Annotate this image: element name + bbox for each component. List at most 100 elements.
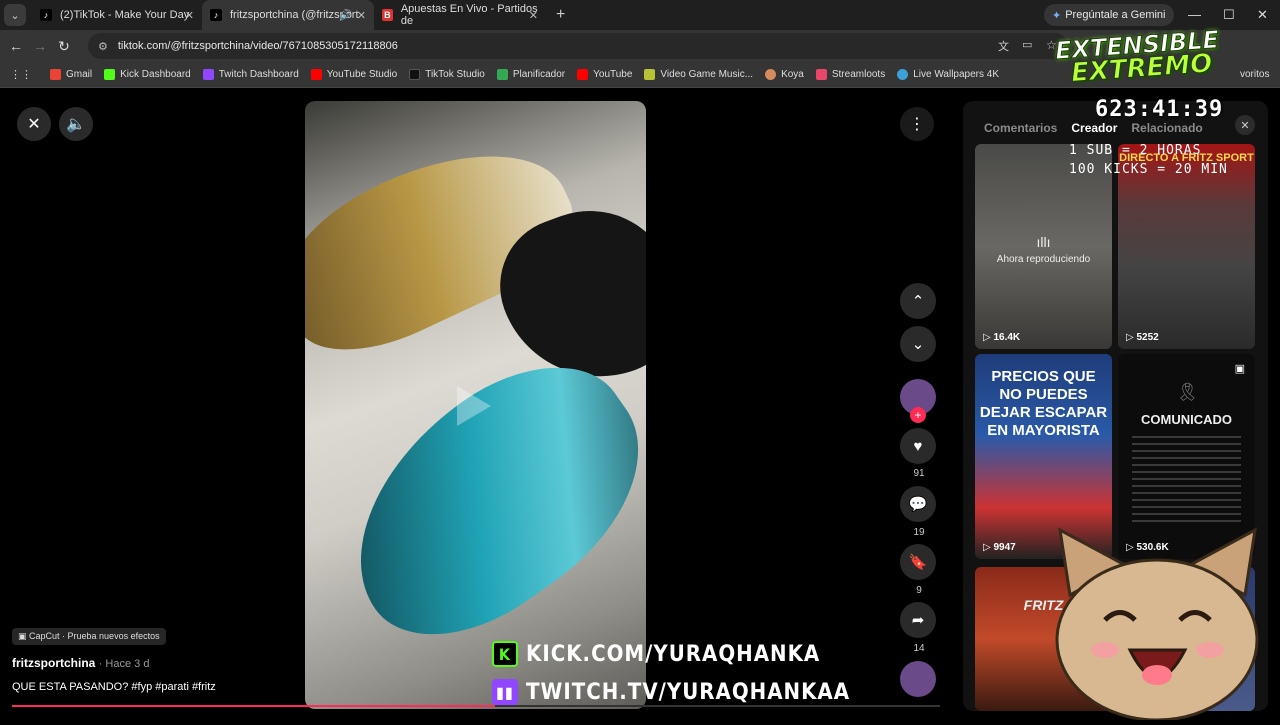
comment-icon: 💬	[908, 496, 928, 513]
share-arrow-icon: ➦	[911, 612, 925, 629]
chevron-down-icon: ⌄	[10, 9, 20, 22]
apps-grid-icon[interactable]: ⋮⋮	[10, 68, 32, 81]
minimize-button[interactable]: —	[1188, 7, 1201, 22]
tab-label: (2)TikTok - Make Your Day	[60, 9, 190, 21]
gmail-icon	[50, 69, 61, 80]
bookmark-label: TikTok Studio	[425, 69, 485, 80]
tab-apuestas[interactable]: B Apuestas En Vivo - Partidos de ✕	[374, 0, 546, 30]
close-panel-button[interactable]: ✕	[1235, 115, 1255, 135]
mourning-ribbon-icon: 🎗	[1176, 382, 1199, 402]
sound-disc-avatar[interactable]	[900, 661, 936, 697]
view-count-value: 5252	[1136, 332, 1159, 343]
browser-tab-bar: ⌄ ♪ (2)TikTok - Make Your Day ✕ ♪ fritzs…	[0, 0, 1280, 30]
close-icon: ✕	[1240, 119, 1250, 132]
tab-comments[interactable]: Comentarios	[984, 121, 1057, 143]
gemini-sparkle-icon: ✦	[1052, 9, 1062, 22]
back-arrow-icon[interactable]: ←	[4, 38, 28, 54]
tiktok-icon: ♪	[40, 9, 52, 21]
tab-search-button[interactable]: ⌄	[4, 4, 26, 26]
capcut-label: CapCut · Prueba nuevos efectos	[29, 631, 160, 641]
url-text: tiktok.com/@fritzsportchina/video/767108…	[117, 40, 398, 52]
now-playing-icon: ıllı	[1036, 234, 1051, 250]
bookmark-youtube-studio[interactable]: YouTube Studio	[310, 69, 397, 80]
video-player[interactable]	[305, 101, 646, 709]
tab-tiktok-home[interactable]: ♪ (2)TikTok - Make Your Day ✕	[32, 0, 202, 30]
more-vertical-icon: ⋮	[909, 116, 925, 133]
bookmark-icon: 🔖	[908, 554, 928, 571]
betting-site-icon: B	[382, 9, 393, 21]
maximize-button[interactable]: ☐	[1223, 7, 1235, 23]
view-count: ▷ 16.4K	[983, 332, 1021, 343]
bookmark-kick[interactable]: Kick Dashboard	[104, 69, 191, 80]
teal-shoe-image	[306, 327, 646, 675]
heart-icon: ♥	[913, 437, 923, 455]
author-line: fritzsportchina · Hace 3 d	[12, 656, 149, 670]
share-count: 14	[913, 643, 925, 654]
kick-rule-text: 100 KICKS = 20 MIN	[1069, 162, 1228, 177]
video-description: QUE ESTA PASANDO? #fyp #parati #fritz	[12, 681, 216, 693]
bookmark-planificador[interactable]: Planificador	[496, 69, 565, 80]
bookmark-twitch[interactable]: Twitch Dashboard	[202, 69, 299, 80]
tab-related[interactable]: Relacionado	[1131, 121, 1202, 143]
site-settings-icon[interactable]: ⚙	[98, 40, 108, 53]
tab-fritzsportchina[interactable]: ♪ fritzsportchina (@fritzsport 🔊 ✕	[202, 0, 374, 30]
now-playing-label: Ahora reproduciendo	[996, 254, 1091, 265]
panel-tabs: Comentarios Creador Relacionado	[963, 121, 1268, 143]
volume-button[interactable]: 🔈	[59, 107, 93, 141]
youtube-icon	[577, 69, 589, 80]
planner-icon	[496, 69, 508, 80]
statement-text-block	[1132, 436, 1241, 526]
view-count: ▷ 5252	[1126, 332, 1159, 343]
next-video-button[interactable]: ⌄	[900, 326, 936, 362]
music-icon	[644, 69, 656, 80]
tab-creator[interactable]: Creador	[1071, 121, 1117, 143]
twitch-icon	[202, 69, 214, 80]
streamloots-icon	[815, 69, 827, 80]
kick-url-text: KICK.COM/YURAQHANKA	[526, 641, 821, 667]
video-progress-bar[interactable]	[12, 705, 940, 707]
close-tab-icon[interactable]: ✕	[185, 9, 194, 22]
bookmark-live-wallpapers[interactable]: Live Wallpapers 4K	[897, 69, 999, 80]
comment-count: 19	[913, 527, 925, 538]
bookmark-label: YouTube	[593, 69, 633, 80]
comment-button[interactable]: 💬	[900, 486, 936, 522]
progress-fill	[12, 705, 495, 707]
cat-mascot-image	[1050, 525, 1265, 722]
close-tab-icon[interactable]: ✕	[529, 9, 538, 22]
capcut-icon: ▣	[18, 631, 30, 641]
like-button[interactable]: ♥	[900, 428, 936, 464]
view-count: ▷ 9947	[983, 542, 1016, 553]
capcut-badge[interactable]: ▣ CapCut · Prueba nuevos efectos	[12, 628, 166, 645]
translate-icon[interactable]: 文	[998, 38, 1009, 54]
url-field[interactable]: ⚙ tiktok.com/@fritzsportchina/video/7671…	[88, 33, 1068, 59]
like-count: 91	[913, 468, 925, 479]
kick-link-overlay: K KICK.COM/YURAQHANKA	[492, 641, 820, 667]
close-tab-icon[interactable]: ✕	[357, 9, 366, 22]
window-close-button[interactable]: ✕	[1257, 7, 1268, 23]
bookmark-tiktok-studio[interactable]: TikTok Studio	[409, 69, 485, 80]
more-options-button[interactable]: ⋮	[900, 107, 934, 141]
gemini-button[interactable]: ✦ Pregúntale a Gemini	[1044, 4, 1174, 26]
new-tab-button[interactable]: +	[556, 6, 565, 24]
save-button[interactable]: 🔖	[900, 544, 936, 580]
previous-video-button[interactable]: ⌃	[900, 283, 936, 319]
author-name[interactable]: fritzsportchina	[12, 656, 95, 670]
photo-gallery-icon: ▣	[1234, 363, 1245, 375]
reload-icon[interactable]: ↻	[52, 38, 76, 55]
bookmark-label: Koya	[781, 69, 804, 80]
bookmark-koya[interactable]: Koya	[765, 69, 804, 80]
wallpaper-icon	[897, 69, 909, 80]
speaker-icon[interactable]: 🔊	[340, 10, 352, 21]
bookmark-gmail[interactable]: Gmail	[50, 69, 92, 80]
bookmark-label: Kick Dashboard	[120, 69, 191, 80]
bookmark-streamloots[interactable]: Streamloots	[815, 69, 885, 80]
bookmark-vgm[interactable]: Video Game Music...	[644, 69, 753, 80]
follow-plus-icon[interactable]: +	[910, 407, 926, 423]
forward-arrow-icon[interactable]: →	[28, 38, 52, 54]
play-icon	[457, 386, 491, 426]
bookmark-youtube[interactable]: YouTube	[577, 69, 632, 80]
close-video-button[interactable]: ✕	[17, 107, 51, 141]
bookmark-label: Video Game Music...	[660, 69, 754, 80]
cast-icon[interactable]: ▭	[1022, 38, 1032, 51]
share-button[interactable]: ➦	[900, 602, 936, 638]
